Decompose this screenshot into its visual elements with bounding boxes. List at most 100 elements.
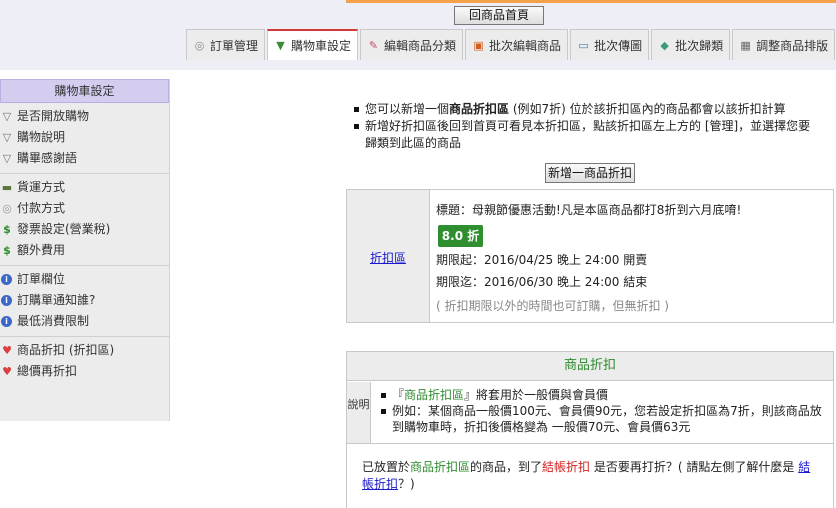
sidebar-item-label: 付款方式 (17, 201, 66, 215)
tab-cart-settings[interactable]: ▼ 購物車設定 (267, 29, 359, 60)
sidebar-item-shopping-info[interactable]: ▽ 購物說明 (0, 127, 169, 148)
coin-icon: ◎ (194, 38, 205, 52)
monitor-icon: ▭ (578, 38, 589, 52)
sidebar-item-order-notify[interactable]: i 訂購單通知誰? (0, 290, 169, 311)
explanation-list: 『商品折扣區』將套用於一般價與會員價 例如：某個商品一般價100元、會員價90元… (380, 387, 828, 435)
question-text: 已放置於 (362, 460, 411, 474)
instruction-highlight: 商品折扣區 (449, 102, 510, 116)
pencil-icon: ✎ (368, 38, 379, 52)
sidebar-item-invoice[interactable]: $ 發票設定(營業稅) (0, 219, 169, 240)
sidebar-group-payment: ▬ 貨運方式 ◎ 付款方式 $ 發票設定(營業稅) $ 額外費用 (0, 174, 169, 266)
sidebar-item-shipping[interactable]: ▬ 貨運方式 (0, 177, 169, 198)
info-icon: i (1, 274, 12, 285)
tab-label: 調整商品排版 (756, 38, 829, 53)
tab-label: 批次編輯商品 (489, 38, 562, 53)
sidebar-item-label: 購物說明 (17, 130, 66, 144)
sidebar-item-total-discount[interactable]: ♥ 總價再折扣 (0, 361, 169, 382)
instruction-item: 您可以新增一個商品折扣區 (例如7折) 位於該折扣區內的商品都會以該折扣計算 (352, 101, 822, 118)
question-text: ？) (398, 477, 415, 491)
discount-zone-sidebar: 折扣區 (347, 190, 430, 322)
sidebar-item-label: 訂購單通知誰? (17, 293, 96, 307)
sidebar-group-orders: i 訂單欄位 i 訂購單通知誰? i 最低消費限制 (0, 266, 169, 337)
sidebar-item-label: 訂單欄位 (17, 272, 66, 286)
sidebar-item-min-spend[interactable]: i 最低消費限制 (0, 311, 169, 332)
question-text: 的商品，到了 (470, 460, 543, 474)
checkout-discount-question: 已放置於商品折扣區的商品，到了結帳折扣 是否要再打折？( 請點左側了解什麼是 結… (362, 459, 822, 493)
grid-icon: ▦ (740, 38, 751, 52)
tab-edit-category[interactable]: ✎ 編輯商品分類 (360, 29, 464, 60)
instruction-text: 您可以新增一個 (365, 102, 450, 116)
tab-bar: ◎ 訂單管理 ▼ 購物車設定 ✎ 編輯商品分類 ▣ 批次編輯商品 ▭ 批次傳圖 … (186, 29, 836, 60)
coin-icon: ◎ (2, 201, 12, 215)
heart-icon: ♥ (2, 343, 12, 357)
tab-label: 訂單管理 (210, 38, 259, 53)
question-highlight-green: 商品折扣區 (410, 460, 471, 474)
question-text: 是否要再打折？( 請點左側了解什麼是 (590, 460, 799, 474)
discount-end-date: 期限迄：2016/06/30 晚上 24:00 結束 (436, 275, 648, 289)
discount-zone-link[interactable]: 折扣區 (370, 249, 406, 266)
sidebar-item-label: 商品折扣 (折扣區) (17, 343, 115, 357)
info-icon: i (1, 295, 12, 306)
sidebar-item-label: 是否開放購物 (17, 109, 90, 123)
dollar-icon: $ (3, 222, 11, 236)
tab-label: 購物車設定 (291, 39, 352, 53)
discount-rate-badge: 8.0 折 (438, 225, 483, 247)
add-discount-button[interactable]: 新增一商品折扣 (545, 163, 635, 183)
sidebar-item-label: 最低消費限制 (17, 314, 90, 328)
instruction-text: (例如7折) 位於該折扣區內的商品都會以該折扣計算 (509, 102, 786, 116)
sidebar-title: 購物車設定 (0, 79, 169, 103)
tab-batch-upload[interactable]: ▭ 批次傳圖 (570, 29, 650, 60)
instruction-text: 新增好折扣區後回到首頁可看見本折扣區，點該折扣區左上方的 [管理]，並選擇您要歸… (365, 119, 811, 150)
question-highlight-red: 結帳折扣 (542, 460, 591, 474)
home-button[interactable]: 回商品首頁 (454, 6, 544, 25)
heart-icon: ♥ (2, 364, 12, 378)
tab-orders[interactable]: ◎ 訂單管理 (186, 29, 266, 60)
explanation-text: 『 (392, 388, 405, 402)
tab-adjust-layout[interactable]: ▦ 調整商品排版 (732, 29, 836, 60)
sidebar-item-order-fields[interactable]: i 訂單欄位 (0, 269, 169, 290)
cart-icon: ▼ (276, 39, 285, 52)
truck-icon: ▬ (1, 180, 13, 194)
instruction-item: 新增好折扣區後回到首頁可看見本折扣區，點該折扣區左上方的 [管理]，並選擇您要歸… (352, 118, 822, 152)
discount-zone-card: 折扣區 標題：母親節優惠活動!凡是本區商品都打8折到六月底唷! 8.0 折 期限… (346, 189, 834, 323)
instructions-list: 您可以新增一個商品折扣區 (例如7折) 位於該折扣區內的商品都會以該折扣計算 新… (352, 101, 822, 152)
explanation-text: 例如：某個商品一般價100元、會員價90元，您若設定折扣區為7折，則該商品放到購… (392, 404, 822, 434)
product-discount-header: 商品折扣 (347, 352, 833, 381)
sidebar-group-shopping: ▽ 是否開放購物 ▽ 購物說明 ▽ 購畢感謝語 (0, 103, 169, 174)
sidebar-item-label: 額外費用 (17, 243, 66, 257)
explanation-item: 例如：某個商品一般價100元、會員價90元，您若設定折扣區為7折，則該商品放到購… (380, 403, 828, 435)
explanation-item: 『商品折扣區』將套用於一般價與會員價 (380, 387, 828, 403)
explanation-text: 』將套用於一般價與會員價 (464, 388, 609, 402)
gift-icon: ▣ (473, 38, 484, 52)
tag-icon: ◆ (660, 38, 669, 52)
tab-batch-edit[interactable]: ▣ 批次編輯商品 (465, 29, 569, 60)
sidebar-item-label: 購畢感謝語 (17, 151, 78, 165)
sidebar-item-extra-fees[interactable]: $ 額外費用 (0, 240, 169, 261)
sidebar-item-product-discount[interactable]: ♥ 商品折扣 (折扣區) (0, 340, 169, 361)
tab-label: 批次歸類 (675, 38, 724, 53)
sidebar-item-label: 發票設定(營業稅) (17, 222, 111, 236)
product-discount-section: 商品折扣 說明 『商品折扣區』將套用於一般價與會員價 例如：某個商品一般價100… (346, 351, 834, 508)
sidebar: 購物車設定 ▽ 是否開放購物 ▽ 購物說明 ▽ 購畢感謝語 ▬ 貨運方式 ◎ 付… (0, 79, 170, 421)
sidebar-group-discount: ♥ 商品折扣 (折扣區) ♥ 總價再折扣 (0, 337, 169, 386)
cart-icon: ▽ (2, 130, 12, 144)
discount-start-date: 期限起：2016/04/25 晚上 24:00 開賣 (436, 253, 648, 267)
sidebar-item-payment[interactable]: ◎ 付款方式 (0, 198, 169, 219)
sidebar-item-open-shopping[interactable]: ▽ 是否開放購物 (0, 106, 169, 127)
discount-period-note: ( 折扣期限以外的時間也可訂購，但無折扣 ) (436, 299, 669, 313)
discount-zone-title: 標題：母親節優惠活動!凡是本區商品都打8折到六月底唷! (436, 203, 742, 217)
product-discount-explanation: 說明 『商品折扣區』將套用於一般價與會員價 例如：某個商品一般價100元、會員價… (347, 382, 833, 444)
explanation-label: 說明 (347, 382, 371, 443)
info-icon: i (1, 316, 12, 327)
explanation-highlight: 商品折扣區 (404, 388, 465, 402)
top-rule (346, 0, 836, 3)
sidebar-item-thanks-message[interactable]: ▽ 購畢感謝語 (0, 148, 169, 169)
sidebar-item-label: 總價再折扣 (17, 364, 78, 378)
dollar-icon: $ (3, 243, 11, 257)
tab-label: 編輯商品分類 (384, 38, 457, 53)
sidebar-item-label: 貨運方式 (17, 180, 66, 194)
tab-label: 批次傳圖 (594, 38, 643, 53)
cart-icon: ▽ (2, 109, 12, 123)
cart-icon: ▽ (2, 151, 12, 165)
tab-batch-categorize[interactable]: ◆ 批次歸類 (651, 29, 731, 60)
